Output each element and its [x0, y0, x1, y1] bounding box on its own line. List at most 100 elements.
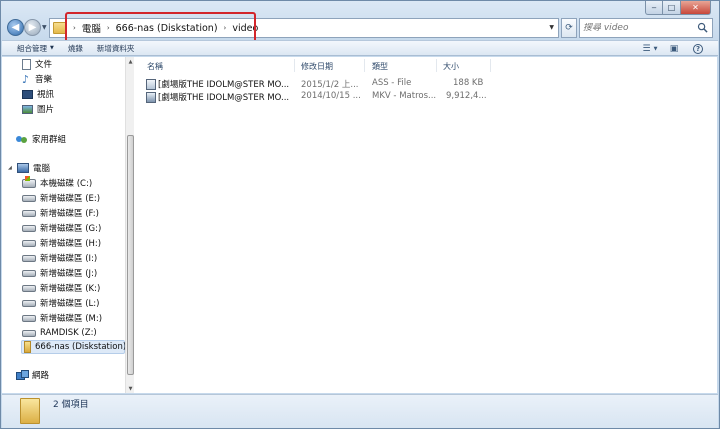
nav-item-label: 電腦 [33, 164, 51, 174]
close-button[interactable]: ✕ [681, 1, 711, 15]
chevron-down-icon: ▼ [50, 45, 54, 51]
burn-label: 燒錄 [67, 43, 83, 53]
refresh-icon: ⟳ [565, 23, 573, 33]
nav-item-drive-m[interactable]: 新增磁碟區 (M:) [22, 311, 102, 325]
drive-icon [22, 299, 36, 307]
help-button[interactable]: ? [692, 43, 704, 54]
network-icon [16, 370, 29, 380]
nav-item-network[interactable]: 網路 [16, 368, 49, 382]
navigation-bar: ◀ ▶ ▼ › 電腦 › 666-nas (Diskstation) › vid… [5, 17, 715, 39]
nav-item-label: 本機磁碟 (C:) [40, 179, 93, 189]
collapse-arrow-icon[interactable]: ◢ [8, 165, 15, 171]
explorer-window: ‒ □ ✕ ◀ ▶ ▼ › 電腦 › 666-nas (Diskstation)… [0, 0, 720, 429]
breadcrumb-video[interactable]: video [232, 23, 258, 34]
search-box[interactable] [579, 18, 713, 38]
caption-buttons: ‒ □ ✕ [645, 1, 711, 15]
nav-item-label: 家用群組 [32, 135, 67, 145]
navigation-pane: 文件 ♪ 音樂 視訊 圖片 家用群組 ◢ 電腦 本機磁碟 (C:) 新增磁碟區 … [2, 57, 134, 393]
scrollbar-thumb[interactable] [127, 135, 134, 375]
chevron-down-icon: ▼ [653, 45, 658, 52]
forward-button[interactable]: ▶ [24, 19, 41, 36]
nav-item-label: 圖片 [37, 105, 55, 115]
chevron-right-icon[interactable]: › [73, 24, 76, 32]
nav-item-drive-g[interactable]: 新增磁碟區 (G:) [22, 221, 101, 235]
nav-item-drive-c[interactable]: 本機磁碟 (C:) [22, 175, 93, 190]
back-arrow-icon: ◀ [11, 22, 20, 33]
breadcrumb-computer[interactable]: 電腦 [82, 21, 101, 35]
nav-item-label: 新增磁碟區 (K:) [40, 284, 101, 294]
drive-icon [22, 329, 36, 337]
address-bar[interactable]: › 電腦 › 666-nas (Diskstation) › video ▼ [49, 18, 559, 38]
nav-item-documents[interactable]: 文件 [22, 57, 52, 71]
music-icon: ♪ [22, 72, 30, 86]
nav-item-label: 新增磁碟區 (H:) [40, 239, 102, 249]
nav-item-label: 新增磁碟區 (I:) [40, 254, 98, 264]
file-size: 9,912,4... [446, 91, 487, 101]
address-history-dropdown[interactable]: ▼ [549, 24, 554, 31]
drive-icon [22, 224, 36, 232]
folder-icon [20, 398, 40, 424]
mkv-file-icon [146, 91, 156, 103]
nav-item-drive-f[interactable]: 新增磁碟區 (F:) [22, 206, 99, 220]
column-header-type[interactable]: 類型 [372, 61, 388, 72]
search-icon [697, 22, 708, 33]
command-toolbar: 組合管理 ▼ 燒錄 新增資料夾 ☰ ▼ ▣ ? [2, 40, 718, 56]
nav-item-nas[interactable]: 666-nas (Diskstation) [21, 340, 127, 354]
forward-arrow-icon: ▶ [28, 22, 37, 33]
recent-pages-dropdown[interactable]: ▼ [42, 24, 47, 31]
nav-item-label: 新增磁碟區 (J:) [40, 269, 98, 279]
new-folder-button[interactable]: 新增資料夾 [97, 43, 135, 54]
column-header-modified[interactable]: 修改日期 [301, 61, 333, 72]
view-list-icon: ☰ [642, 43, 651, 54]
nav-item-drive-k[interactable]: 新增磁碟區 (K:) [22, 281, 100, 295]
nav-item-ramdisk[interactable]: RAMDISK (Z:) [22, 326, 97, 340]
column-divider[interactable] [294, 59, 295, 72]
minimize-button[interactable]: ‒ [645, 1, 663, 15]
breadcrumb-nas[interactable]: 666-nas (Diskstation) [116, 23, 218, 34]
file-row[interactable]: [劇場版THE IDOLM@STER MO... 2014/10/15 ... … [146, 91, 487, 103]
column-divider[interactable] [490, 59, 491, 72]
column-divider[interactable] [436, 59, 437, 72]
homegroup-icon [16, 134, 28, 144]
nav-item-label: 新增磁碟區 (M:) [40, 314, 103, 324]
pictures-icon [22, 104, 33, 114]
column-header-size[interactable]: 大小 [443, 61, 459, 72]
nav-item-pictures[interactable]: 圖片 [22, 102, 54, 116]
nav-item-drive-h[interactable]: 新增磁碟區 (H:) [22, 236, 101, 250]
organize-button[interactable]: 組合管理 ▼ [17, 43, 54, 54]
navigation-scrollbar[interactable]: ▲ ▼ [125, 57, 134, 393]
nav-item-computer[interactable]: ◢ 電腦 [6, 161, 50, 175]
refresh-button[interactable]: ⟳ [561, 18, 577, 38]
file-type: ASS - File [372, 78, 412, 88]
nav-item-label: 視訊 [37, 90, 55, 100]
view-options-button[interactable]: ☰ ▼ [642, 43, 658, 54]
nav-item-drive-l[interactable]: 新增磁碟區 (L:) [22, 296, 99, 310]
file-row[interactable]: [劇場版THE IDOLM@STER MO... 2015/1/2 上... A… [146, 78, 483, 90]
file-list-pane: 名稱 修改日期 類型 大小 [劇場版THE IDOLM@STER MO... 2… [134, 57, 717, 393]
nav-item-videos[interactable]: 視訊 [22, 87, 54, 101]
drive-icon [22, 314, 36, 322]
nav-item-drive-i[interactable]: 新增磁碟區 (I:) [22, 251, 97, 265]
maximize-button[interactable]: □ [663, 1, 681, 15]
drive-icon [22, 194, 36, 202]
nav-item-homegroup[interactable]: 家用群組 [16, 132, 66, 146]
column-headers: 名稱 修改日期 類型 大小 [134, 57, 717, 74]
file-modified: 2014/10/15 ... [301, 91, 361, 101]
column-divider[interactable] [364, 59, 365, 72]
nav-item-label: 新增磁碟區 (L:) [40, 299, 100, 309]
chevron-right-icon[interactable]: › [107, 24, 110, 32]
chevron-right-icon[interactable]: › [224, 24, 227, 32]
back-button[interactable]: ◀ [7, 19, 24, 36]
search-input[interactable] [583, 23, 693, 33]
nav-item-label: 666-nas (Diskstation) [35, 342, 127, 352]
column-header-name[interactable]: 名稱 [147, 61, 163, 72]
preview-pane-button[interactable]: ▣ [668, 43, 680, 54]
nav-item-drive-j[interactable]: 新增磁碟區 (J:) [22, 266, 97, 280]
system-drive-icon [22, 175, 36, 188]
nav-item-drive-e[interactable]: 新增磁碟區 (E:) [22, 191, 100, 205]
file-modified: 2015/1/2 上... [301, 80, 359, 90]
nav-item-music[interactable]: ♪ 音樂 [22, 72, 52, 86]
new-folder-label: 新增資料夾 [96, 43, 135, 53]
burn-button[interactable]: 燒錄 [68, 43, 83, 54]
item-count: 2 個項目 [53, 400, 89, 410]
